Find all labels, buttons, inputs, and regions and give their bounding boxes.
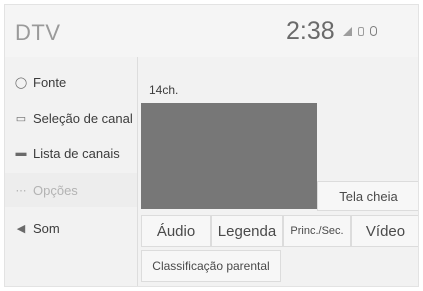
source-icon: ◯ — [14, 76, 28, 89]
clock: 2:38 — [286, 17, 335, 45]
bluetooth-icon — [370, 26, 377, 36]
sidebar-item-lista-de-canais[interactable]: ▬ Lista de canais — [5, 136, 137, 170]
sidebar-item-selecao-de-canal[interactable]: ▭ Seleção de canal — [5, 101, 137, 135]
sidebar-item-opcoes[interactable]: ⋯ Opções — [5, 173, 137, 207]
status-icons — [343, 26, 377, 36]
princ-sec-button[interactable]: Princ./Sec. — [283, 215, 351, 247]
audio-button[interactable]: Áudio — [141, 215, 211, 247]
monitor-icon: ▭ — [15, 112, 27, 125]
screen-title: DTV — [15, 20, 61, 45]
sidebar-divider — [137, 57, 138, 286]
sidebar-item-label: Seleção de canal — [33, 110, 133, 126]
speaker-icon: ◀ — [16, 222, 26, 235]
sidebar: ◯ Fonte ▭ Seleção de canal ▬ Lista de ca… — [5, 57, 137, 286]
sidebar-item-som[interactable]: ◀ Som — [5, 211, 137, 245]
parental-rating-button[interactable]: Classificação parental — [141, 250, 281, 282]
channel-list-icon: ▬ — [15, 147, 27, 159]
sidebar-item-label: Som — [33, 220, 60, 236]
caption-button[interactable]: Legenda — [211, 215, 283, 247]
header-bar: DTV 2:38 — [5, 5, 418, 57]
video-button[interactable]: Vídeo — [351, 215, 418, 247]
sidebar-item-label: Opções — [33, 182, 78, 198]
dtv-screen: DTV 2:38 ◯ Fonte ▭ Seleção de canal ▬ Li… — [4, 4, 419, 287]
fullscreen-button[interactable]: Tela cheia — [317, 181, 418, 211]
video-preview[interactable] — [141, 103, 317, 209]
phone-icon — [358, 26, 364, 36]
options-icon: ⋯ — [15, 184, 27, 197]
sidebar-item-label: Fonte — [33, 74, 67, 90]
channel-label: 14ch. — [149, 83, 179, 97]
sidebar-item-fonte[interactable]: ◯ Fonte — [5, 65, 137, 99]
sidebar-item-label: Lista de canais — [33, 145, 120, 161]
signal-icon — [343, 26, 352, 36]
